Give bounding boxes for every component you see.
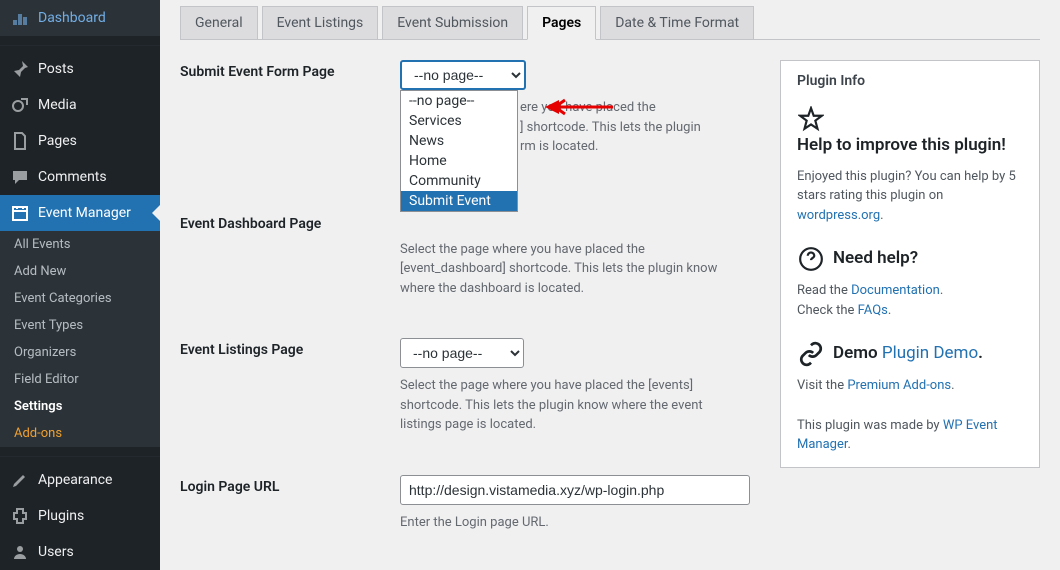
option-submit-event[interactable]: Submit Event <box>401 191 517 211</box>
tab-event-submission[interactable]: Event Submission <box>382 6 523 40</box>
star-icon <box>797 105 825 133</box>
option-community[interactable]: Community <box>401 171 517 191</box>
content-area: General Event Listings Event Submission … <box>160 0 1060 570</box>
user-icon <box>10 542 30 562</box>
page-icon <box>10 131 30 151</box>
menu-label: Comments <box>38 169 107 185</box>
tab-general[interactable]: General <box>180 6 258 40</box>
arrow-annotation-icon <box>543 98 613 116</box>
menu-label: Appearance <box>38 472 112 488</box>
submenu-field-editor[interactable]: Field Editor <box>0 366 160 393</box>
question-icon <box>797 245 825 273</box>
submenu: All Events Add New Event Categories Even… <box>0 231 160 447</box>
label-listings-page: Event Listings Page <box>180 338 400 435</box>
submenu-organizers[interactable]: Organizers <box>0 339 160 366</box>
improve-text: Enjoyed this plugin? You can help by 5 s… <box>797 167 1023 226</box>
dropdown-options: --no page-- Services News Home Community… <box>400 90 518 212</box>
desc-listings: Select the page where you have placed th… <box>400 376 740 435</box>
submenu-settings[interactable]: Settings <box>0 393 160 420</box>
submenu-all-events[interactable]: All Events <box>0 231 160 258</box>
plugin-icon <box>10 506 30 526</box>
menu-comments[interactable]: Comments <box>0 159 160 195</box>
credit-text: This plugin was made by WP Event Manager… <box>797 416 1023 455</box>
desc-dashboard: Select the page where you have placed th… <box>400 240 740 299</box>
option-news[interactable]: News <box>401 131 517 151</box>
comment-icon <box>10 167 30 187</box>
improve-heading: Help to improve this plugin! <box>797 133 1006 159</box>
settings-form: Submit Event Form Page --no page-- --no … <box>180 60 760 570</box>
menu-event-manager[interactable]: Event Manager <box>0 195 160 231</box>
plugin-info-box: Plugin Info Help to improve this plugin!… <box>780 60 1040 468</box>
calendar-icon <box>10 203 30 223</box>
menu-label: Pages <box>38 133 77 149</box>
select-submit-event-page[interactable]: --no page-- <box>400 60 526 90</box>
infobox-title: Plugin Info <box>797 73 1023 89</box>
menu-dashboard[interactable]: Dashboard <box>0 0 160 36</box>
menu-posts[interactable]: Posts <box>0 51 160 87</box>
menu-label: Plugins <box>38 508 84 524</box>
menu-plugins[interactable]: Plugins <box>0 498 160 534</box>
input-login-url[interactable] <box>400 475 750 505</box>
link-documentation[interactable]: Documentation <box>851 283 940 298</box>
label-dashboard-page: Event Dashboard Page <box>180 212 400 299</box>
help-heading: Need help? <box>833 246 918 272</box>
help-text: Read the Documentation.Check the FAQs. <box>797 281 1023 320</box>
dashboard-icon <box>10 8 30 28</box>
menu-label: Dashboard <box>38 10 106 26</box>
tab-event-listings[interactable]: Event Listings <box>262 6 379 40</box>
menu-label: Event Manager <box>38 205 131 221</box>
option-home[interactable]: Home <box>401 151 517 171</box>
submenu-event-categories[interactable]: Event Categories <box>0 285 160 312</box>
label-submit-event-page: Submit Event Form Page <box>180 60 400 157</box>
desc-login: Enter the Login page URL. <box>400 513 740 533</box>
menu-media[interactable]: Media <box>0 87 160 123</box>
menu-label: Media <box>38 97 77 113</box>
settings-tabs: General Event Listings Event Submission … <box>180 0 1040 40</box>
link-premium-addons[interactable]: Premium Add-ons <box>847 378 951 393</box>
media-icon <box>10 95 30 115</box>
tab-date-time[interactable]: Date & Time Format <box>600 6 754 40</box>
label-login-url: Login Page URL <box>180 475 400 533</box>
demo-heading: Demo <box>833 341 878 367</box>
admin-sidebar: Dashboard Posts Media Pages Comments Eve… <box>0 0 160 570</box>
submenu-add-new[interactable]: Add New <box>0 258 160 285</box>
link-plugin-demo[interactable]: Plugin Demo <box>882 341 978 367</box>
option-no-page[interactable]: --no page-- <box>401 91 517 111</box>
link-wordpress-org[interactable]: wordpress.org <box>797 208 880 223</box>
appearance-icon <box>10 470 30 490</box>
tab-pages[interactable]: Pages <box>527 6 596 40</box>
submenu-event-types[interactable]: Event Types <box>0 312 160 339</box>
demo-text: Visit the Premium Add-ons. <box>797 376 1023 396</box>
menu-appearance[interactable]: Appearance <box>0 462 160 498</box>
link-icon <box>797 340 825 368</box>
link-faqs[interactable]: FAQs <box>858 303 888 318</box>
pin-icon <box>10 59 30 79</box>
submenu-add-ons[interactable]: Add-ons <box>0 420 160 447</box>
menu-pages[interactable]: Pages <box>0 123 160 159</box>
menu-users[interactable]: Users <box>0 534 160 570</box>
menu-label: Posts <box>38 61 74 77</box>
select-listings-page[interactable]: --no page-- <box>400 338 524 368</box>
menu-label: Users <box>38 544 74 560</box>
option-services[interactable]: Services <box>401 111 517 131</box>
